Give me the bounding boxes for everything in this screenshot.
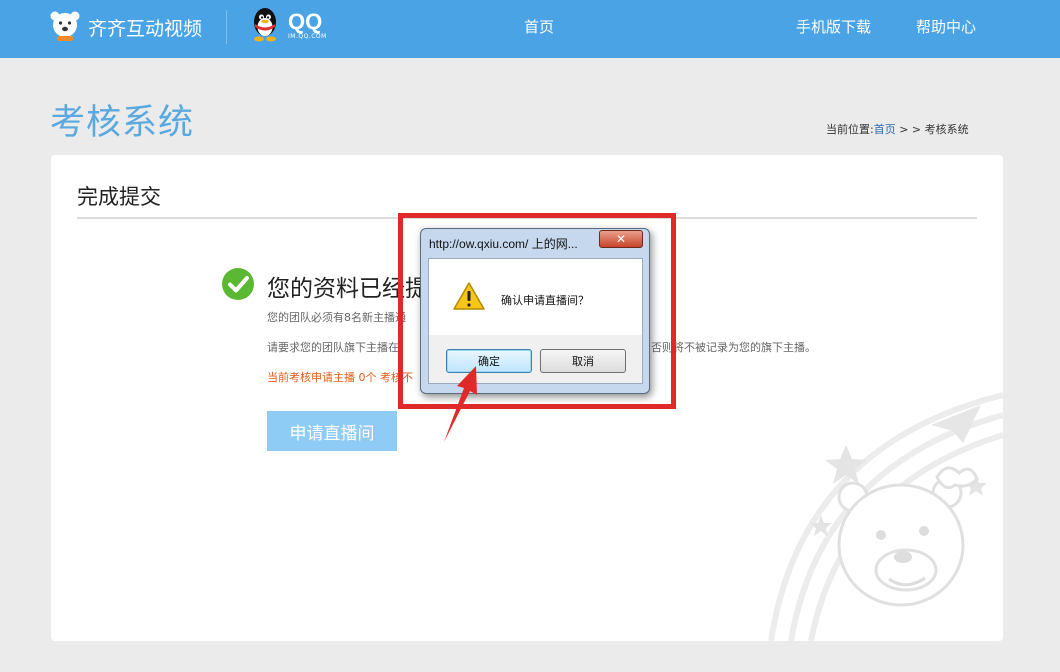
- breadcrumb: 当前位置:首页 > > 考核系统: [826, 121, 969, 137]
- qq-logo[interactable]: QQ IM.QQ.COM: [250, 6, 327, 44]
- warning-triangle-icon: [453, 282, 485, 310]
- check-circle-icon: [222, 268, 254, 300]
- nav-home[interactable]: 首页: [524, 16, 554, 37]
- nav-mobile-download[interactable]: 手机版下载: [796, 16, 871, 37]
- close-icon: ✕: [615, 232, 627, 246]
- page-title: 考核系统: [50, 103, 195, 143]
- applicant-count-warning: 当前考核申请主播 0个 考核不: [267, 371, 413, 384]
- top-bar: 齐齐互动视频 QQ IM.QQ.COM 首页 手机版下载 帮助中心: [0, 0, 1060, 58]
- qq-logo-text: QQ: [288, 8, 323, 34]
- breadcrumb-current: 考核系统: [924, 123, 969, 136]
- brand-name: 齐齐互动视频: [88, 17, 203, 40]
- dialog-title: http://ow.qxiu.com/ 上的网...: [429, 237, 578, 251]
- qq-penguin-icon: [254, 8, 276, 42]
- red-arrow-icon: [444, 366, 477, 442]
- apply-live-room-button[interactable]: 申请直播间: [267, 411, 397, 451]
- dialog-message: 确认申请直播间？: [501, 294, 589, 307]
- info-line-1: 您的团队必须有8名新主播通: [267, 311, 406, 324]
- breadcrumb-home-link[interactable]: 首页: [874, 123, 896, 136]
- header-divider: [226, 10, 227, 44]
- breadcrumb-prefix: 当前位置:: [826, 123, 874, 136]
- bear-logo-icon: [50, 11, 80, 41]
- brand-logo[interactable]: 齐齐互动视频: [50, 7, 202, 47]
- dialog-close-button[interactable]: ✕: [599, 230, 643, 248]
- breadcrumb-separator: > >: [895, 123, 925, 136]
- card-title: 完成提交: [77, 185, 161, 209]
- nav-help-center[interactable]: 帮助中心: [916, 16, 976, 37]
- info-line-2-left: 请要求您的团队旗下主播在: [267, 341, 399, 354]
- mascot-background-decoration: [768, 392, 1003, 641]
- qq-logo-subtext: IM.QQ.COM: [288, 32, 327, 40]
- dialog-cancel-button[interactable]: 取消: [540, 349, 626, 373]
